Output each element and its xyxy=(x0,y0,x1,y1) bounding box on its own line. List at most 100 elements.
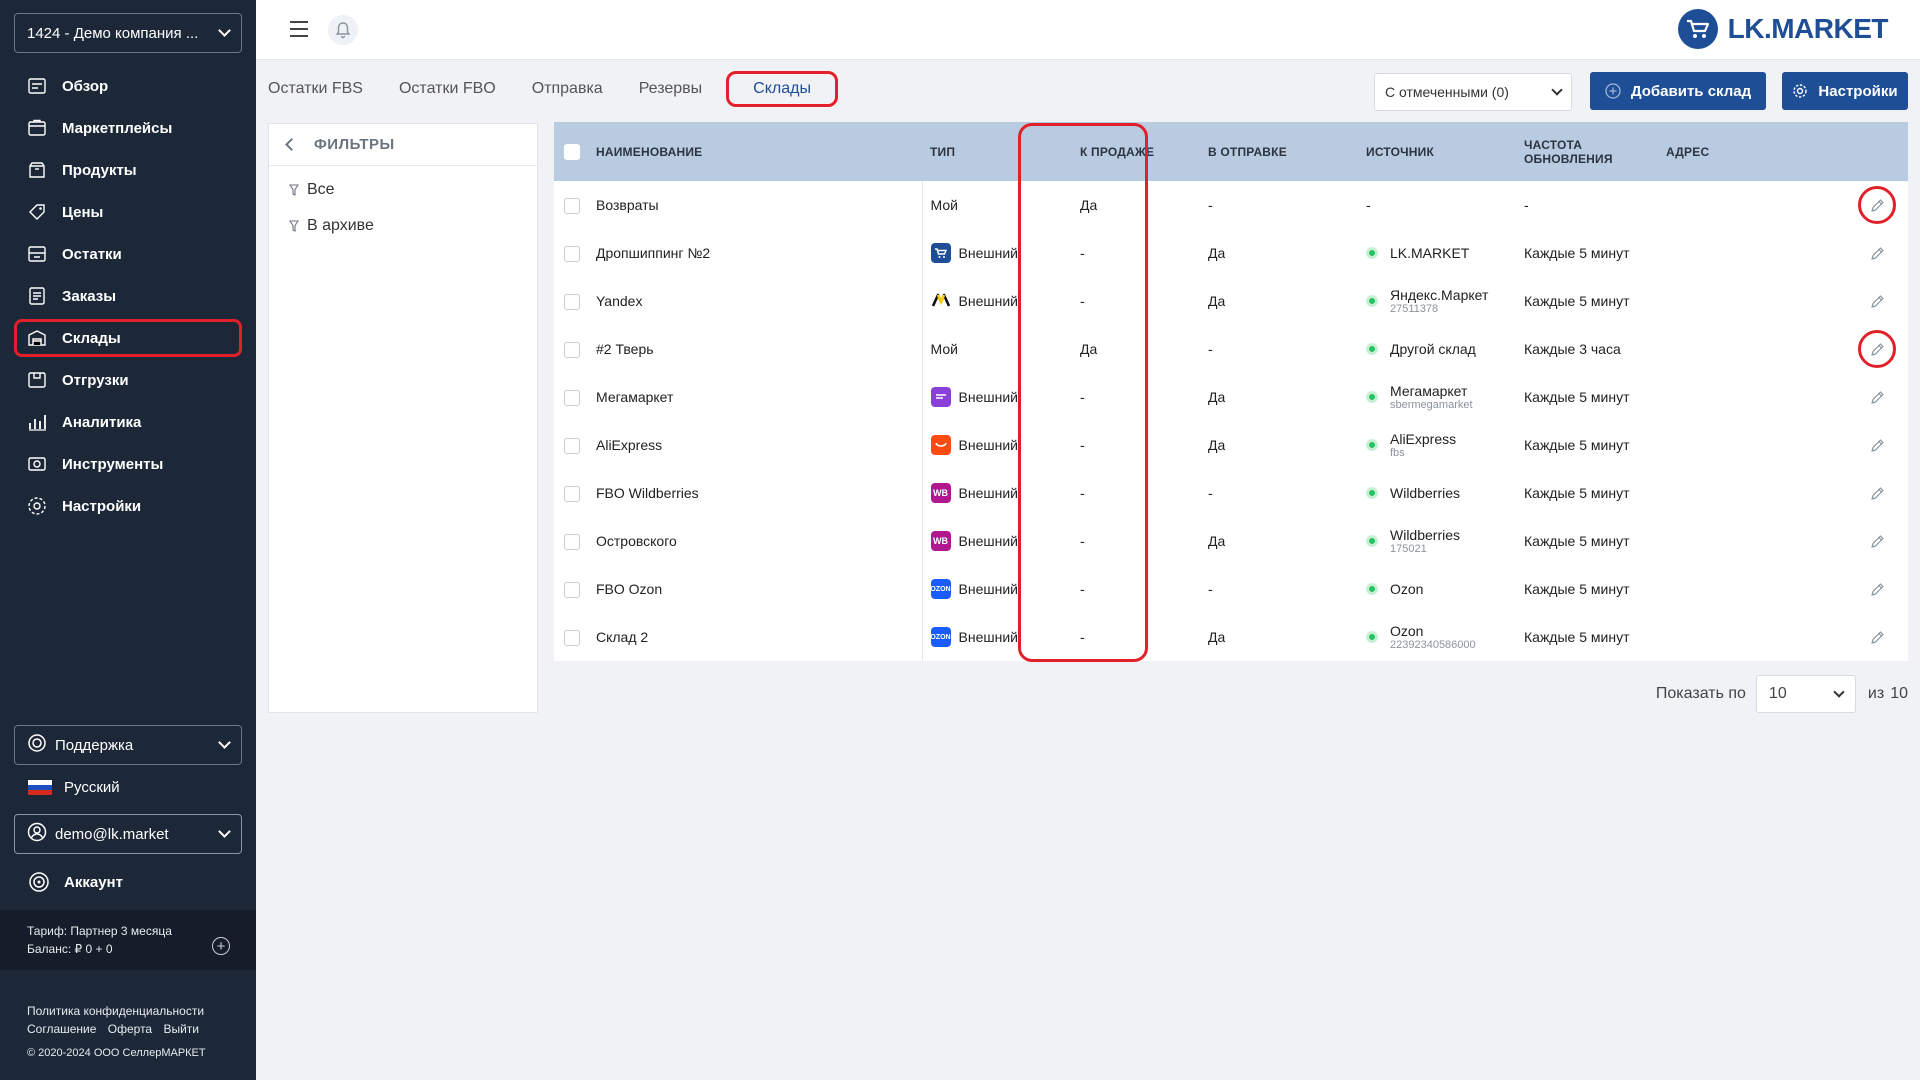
table-row[interactable]: #2 Тверь Мой Да - Другой склад Каждые 3 часа xyxy=(554,325,1908,373)
support-selector[interactable]: Поддержка xyxy=(14,725,242,765)
select-all-checkbox[interactable] xyxy=(564,143,580,160)
row-checkbox[interactable] xyxy=(564,581,580,598)
logo[interactable]: LK.MARKET xyxy=(1677,9,1889,49)
sidebar-item-marketplaces[interactable]: Маркетплейсы xyxy=(14,109,242,147)
company-selector[interactable]: 1424 - Демо компания ... xyxy=(14,13,242,53)
edit-pencil-icon[interactable] xyxy=(1858,474,1896,512)
table-row[interactable]: Мегамаркет Внешний - Да Мегамаркет sbermegama… xyxy=(554,373,1908,421)
edit-pencil-icon[interactable] xyxy=(1858,186,1896,224)
sidebar-item-label: Инструменты xyxy=(62,455,164,473)
tab-1[interactable]: Остатки FBO xyxy=(399,80,496,98)
update-frequency: Каждые 5 минут xyxy=(1524,581,1630,597)
col-header-source[interactable]: ИСТОЧНИК xyxy=(1334,122,1492,181)
edit-pencil-icon[interactable] xyxy=(1858,522,1896,560)
tab-0[interactable]: Остатки FBS xyxy=(268,80,363,98)
col-header-type[interactable]: ТИП xyxy=(922,122,1048,181)
user-selector[interactable]: demo@lk.market xyxy=(14,814,242,854)
col-header-for-sale[interactable]: К ПРОДАЖЕ xyxy=(1048,122,1176,181)
warehouse-name[interactable]: #2 Тверь xyxy=(588,325,922,373)
offer-link[interactable]: Оферта xyxy=(108,1022,152,1036)
sidebar-item-analytics[interactable]: Аналитика xyxy=(14,403,242,441)
warehouse-name[interactable]: Мегамаркет xyxy=(588,373,922,421)
logo-text: LK.MARKET xyxy=(1727,13,1889,44)
source-name: Ozon xyxy=(1390,622,1424,639)
sidebar-item-orders[interactable]: Заказы xyxy=(14,277,242,315)
settings-button[interactable]: Настройки xyxy=(1782,72,1908,110)
sidebar-item-products[interactable]: Продукты xyxy=(14,151,242,189)
user-email: demo@lk.market xyxy=(55,825,169,843)
warehouse-name[interactable]: Возвраты xyxy=(588,181,922,229)
edit-pencil-icon[interactable] xyxy=(1858,426,1896,464)
row-checkbox[interactable] xyxy=(564,245,580,262)
warehouse-name[interactable]: Островского xyxy=(588,517,922,565)
add-warehouse-button[interactable]: Добавить склад xyxy=(1590,72,1766,110)
edit-pencil-icon[interactable] xyxy=(1858,234,1896,272)
row-checkbox[interactable] xyxy=(564,437,580,454)
col-header-frequency[interactable]: ЧАСТОТА ОБНОВЛЕНИЯ xyxy=(1492,122,1666,181)
warehouse-address xyxy=(1666,373,1838,421)
table-row[interactable]: Склад 2 OZON Внешний - Да Ozon 22392340586000 К… xyxy=(554,613,1908,661)
table-row[interactable]: Возвраты Мой Да - - - xyxy=(554,181,1908,229)
row-checkbox[interactable] xyxy=(564,389,580,406)
filter-item[interactable]: Все xyxy=(269,172,537,208)
edit-pencil-icon[interactable] xyxy=(1858,282,1896,320)
warehouse-name[interactable]: FBO Wildberries xyxy=(588,469,922,517)
warehouse-name[interactable]: AliExpress xyxy=(588,421,922,469)
warehouse-name[interactable]: Дропшиппинг №2 xyxy=(588,229,922,277)
user-avatar-icon xyxy=(27,822,47,846)
language-switch[interactable]: Русский xyxy=(28,779,120,796)
sidebar-item-settings[interactable]: Настройки xyxy=(14,487,242,525)
for-sale-value: - xyxy=(1080,437,1085,453)
tab-2[interactable]: Отправка xyxy=(532,80,603,98)
per-page-select[interactable]: 10 xyxy=(1755,675,1856,713)
logout-link[interactable]: Выйти xyxy=(163,1022,199,1036)
table-row[interactable]: AliExpress Внешний - Да AliExpress fbs Каждые … xyxy=(554,421,1908,469)
warehouse-name[interactable]: Yandex xyxy=(588,277,922,325)
sidebar-item-shipments[interactable]: Отгрузки xyxy=(14,361,242,399)
row-checkbox[interactable] xyxy=(564,629,580,646)
sidebar-item-tools[interactable]: Инструменты xyxy=(14,445,242,483)
filter-item[interactable]: В архиве xyxy=(269,208,537,244)
edit-pencil-icon[interactable] xyxy=(1858,330,1896,368)
col-header-address[interactable]: АДРЕС xyxy=(1666,122,1838,181)
sidebar-item-prices[interactable]: Цены xyxy=(14,193,242,231)
row-checkbox[interactable] xyxy=(564,197,580,214)
sidebar-item-overview[interactable]: Обзор xyxy=(14,67,242,105)
tab-4[interactable]: Склады xyxy=(726,71,838,107)
edit-pencil-icon[interactable] xyxy=(1858,570,1896,608)
sidebar-item-stock[interactable]: Остатки xyxy=(14,235,242,273)
edit-pencil-icon[interactable] xyxy=(1858,378,1896,416)
chevron-left-icon[interactable] xyxy=(285,138,298,151)
sidebar-item-warehouse[interactable]: Склады xyxy=(14,319,242,357)
update-frequency: Каждые 5 минут xyxy=(1524,629,1630,645)
table-row[interactable]: FBO Wildberries WB Внешний - - Wildberries Каж… xyxy=(554,469,1908,517)
status-active-dot xyxy=(1366,295,1378,307)
col-header-in-shipping[interactable]: В ОТПРАВКЕ xyxy=(1176,122,1334,181)
privacy-link[interactable]: Политика конфиденциальности xyxy=(27,1002,207,1020)
hamburger-menu-icon[interactable] xyxy=(290,21,308,37)
sidebar-item-label: Аналитика xyxy=(62,413,142,431)
edit-pencil-icon[interactable] xyxy=(1858,618,1896,656)
warehouse-name[interactable]: Склад 2 xyxy=(588,613,922,661)
table-row[interactable]: Дропшиппинг №2 Внешний - Да LK.MARKET Каждые … xyxy=(554,229,1908,277)
bulk-action-select[interactable]: С отмеченными (0) xyxy=(1374,73,1572,111)
source-name: AliExpress xyxy=(1390,430,1457,447)
warehouse-type: Внешний xyxy=(958,629,1018,645)
notifications-bell-icon[interactable] xyxy=(328,15,358,45)
warehouse-type: Мой xyxy=(930,341,958,357)
table-row[interactable]: Островского WB Внешний - Да Wildberries 175021… xyxy=(554,517,1908,565)
row-checkbox[interactable] xyxy=(564,485,580,502)
add-balance-icon[interactable]: + xyxy=(212,937,230,955)
filters-header[interactable]: ФИЛЬТРЫ xyxy=(269,124,537,166)
support-label: Поддержка xyxy=(55,736,134,754)
account-link[interactable]: Аккаунт xyxy=(28,868,123,896)
agreement-link[interactable]: Соглашение xyxy=(27,1022,96,1036)
row-checkbox[interactable] xyxy=(564,293,580,310)
table-row[interactable]: FBO Ozon OZON Внешний - - Ozon Каждые 5 минут xyxy=(554,565,1908,613)
row-checkbox[interactable] xyxy=(564,341,580,358)
row-checkbox[interactable] xyxy=(564,533,580,550)
col-header-name[interactable]: НАИМЕНОВАНИЕ xyxy=(588,122,922,181)
table-row[interactable]: Yandex Внешний - Да Яндекс.Маркет 27511378 Каж… xyxy=(554,277,1908,325)
tab-3[interactable]: Резервы xyxy=(639,80,702,98)
warehouse-name[interactable]: FBO Ozon xyxy=(588,565,922,613)
